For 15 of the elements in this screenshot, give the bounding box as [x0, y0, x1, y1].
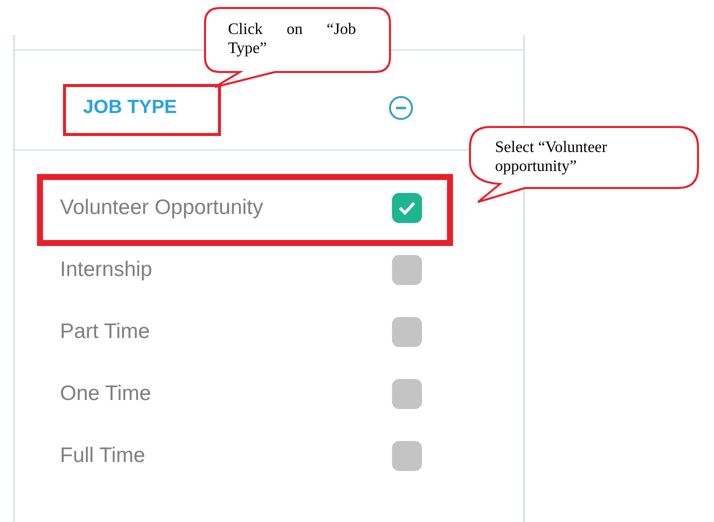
option-label: Part Time: [60, 320, 151, 344]
checkbox[interactable]: [392, 255, 422, 285]
checkbox[interactable]: [392, 441, 422, 471]
option-label: Volunteer Opportunity: [60, 196, 264, 220]
option-label: Full Time: [60, 444, 146, 468]
section-title[interactable]: JOB TYPE: [83, 97, 177, 119]
checkbox[interactable]: [392, 193, 422, 223]
callout-text: Click on “Job Type”: [228, 20, 356, 58]
checkbox[interactable]: [392, 317, 422, 347]
check-icon: [398, 201, 416, 215]
checkbox[interactable]: [392, 379, 422, 409]
callout-text: Select “Volunteer opportunity”: [495, 138, 608, 176]
collapse-icon[interactable]: [388, 95, 414, 121]
option-label: One Time: [60, 382, 152, 406]
option-label: Internship: [60, 258, 154, 282]
